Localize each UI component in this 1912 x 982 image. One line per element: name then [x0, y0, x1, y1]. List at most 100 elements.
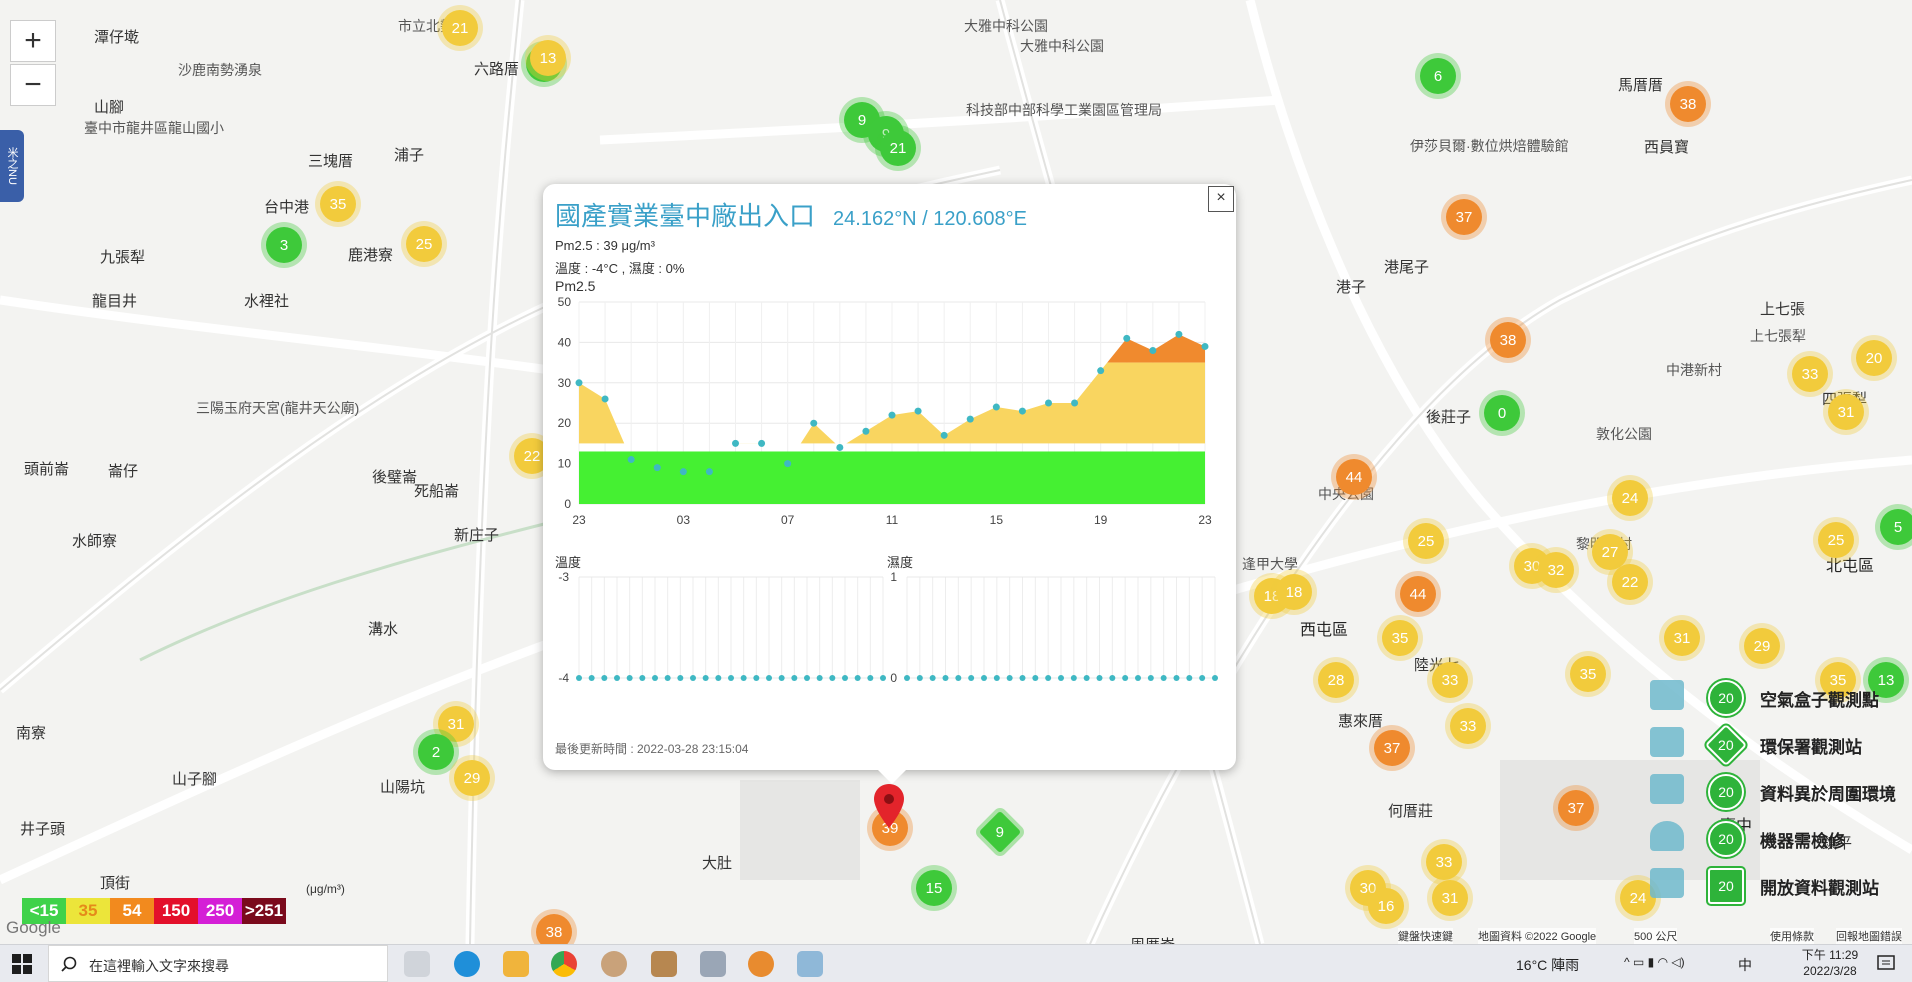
- station-marker[interactable]: 37: [1558, 790, 1594, 826]
- windows-start-icon[interactable]: [12, 954, 32, 974]
- station-marker[interactable]: 21: [880, 130, 916, 166]
- station-marker[interactable]: 32: [1538, 552, 1574, 588]
- notification-icon[interactable]: [1876, 954, 1896, 974]
- temp-point: [614, 675, 620, 681]
- taskbar-search-box[interactable]: 在這裡輸入文字來搜尋: [48, 945, 388, 982]
- station-marker[interactable]: 33: [1426, 844, 1462, 880]
- station-marker[interactable]: 20: [1856, 340, 1892, 376]
- pm25-point: [810, 419, 818, 427]
- clock[interactable]: 下午 11:29 2022/3/28: [1800, 947, 1860, 979]
- station-marker[interactable]: 31: [1828, 394, 1864, 430]
- station-marker[interactable]: 6: [1420, 58, 1456, 94]
- station-marker[interactable]: 16: [1368, 888, 1404, 924]
- marker-value: 38: [1499, 331, 1517, 349]
- place-label: 馬厝厝: [1618, 77, 1664, 94]
- side-panel-tab[interactable]: 米之NU: [0, 130, 24, 202]
- edge-icon[interactable]: [454, 951, 480, 977]
- scale-segment: 54: [110, 898, 154, 924]
- place-label: 溝水: [368, 621, 399, 638]
- humidity-point: [1058, 675, 1064, 681]
- station-marker[interactable]: 25: [1408, 523, 1444, 559]
- pm25-point: [1045, 399, 1052, 407]
- station-marker[interactable]: 24: [1612, 480, 1648, 516]
- station-marker[interactable]: 38: [536, 914, 572, 944]
- marker-value: 6: [1433, 67, 1443, 85]
- station-marker[interactable]: 44: [1336, 459, 1372, 495]
- marker-value: 0: [1497, 404, 1507, 422]
- station-marker[interactable]: 33: [1792, 356, 1828, 392]
- station-marker[interactable]: 28: [1318, 662, 1354, 698]
- app-icon-3[interactable]: [700, 951, 726, 977]
- station-marker[interactable]: 31: [1432, 880, 1468, 916]
- file-explorer-icon[interactable]: [503, 951, 529, 977]
- station-marker[interactable]: 5: [1880, 509, 1912, 545]
- pm25-point: [914, 407, 922, 415]
- windows-taskbar: 在這裡輸入文字來搜尋 16°C 陣雨 ^ ▭ ▮ ◠ ◁) 中 下午 11:29…: [0, 944, 1912, 982]
- station-marker[interactable]: 38: [1670, 86, 1706, 122]
- station-marker[interactable]: 37: [1374, 730, 1410, 766]
- marker-value: 22: [523, 447, 541, 465]
- station-marker[interactable]: 0: [1484, 395, 1520, 431]
- map-scale-label[interactable]: 500 公尺: [1634, 928, 1678, 944]
- legend-label: 空氣盒子觀測點: [1760, 691, 1879, 710]
- station-marker[interactable]: 35: [1570, 656, 1606, 692]
- station-marker[interactable]: 25: [1818, 522, 1854, 558]
- pm25-color-scale: <15 35 54 150 250 >251: [22, 898, 286, 924]
- task-view-icon[interactable]: [404, 951, 430, 977]
- station-marker[interactable]: 37: [1446, 199, 1482, 235]
- station-marker[interactable]: 25: [406, 226, 442, 262]
- marker-value: 31: [1837, 403, 1855, 421]
- temp-point: [766, 675, 772, 681]
- report-error-link[interactable]: 回報地圖錯誤: [1836, 928, 1902, 944]
- app-icon-5[interactable]: [797, 951, 823, 977]
- station-marker[interactable]: 29: [454, 760, 490, 796]
- station-marker[interactable]: 29: [1744, 628, 1780, 664]
- station-marker[interactable]: 18: [1276, 574, 1312, 610]
- temp-point: [753, 675, 760, 681]
- humidity-point: [1199, 675, 1206, 681]
- weather-status[interactable]: 16°C 陣雨: [1516, 955, 1579, 975]
- place-label: 水裡社: [244, 293, 290, 310]
- pm25-point: [758, 439, 766, 447]
- humidity-point: [1160, 675, 1167, 681]
- station-marker[interactable]: 35: [1382, 620, 1418, 656]
- place-label: 井子頭: [20, 821, 66, 838]
- station-marker[interactable]: 2: [418, 734, 454, 770]
- pm25-x-tick: 07: [781, 513, 795, 527]
- station-marker[interactable]: 33: [1450, 708, 1486, 744]
- station-marker[interactable]: 44: [1400, 576, 1436, 612]
- station-marker[interactable]: 13: [530, 40, 566, 76]
- tray-icons[interactable]: ^ ▭ ▮ ◠ ◁): [1624, 955, 1685, 969]
- close-popup-button[interactable]: ×: [1208, 186, 1234, 212]
- app-icon-1[interactable]: [601, 951, 627, 977]
- station-marker[interactable]: 33: [1432, 662, 1468, 698]
- pm25-x-tick: 23: [1198, 513, 1212, 527]
- marker-value: 35: [1579, 665, 1597, 683]
- pm25-point: [732, 439, 739, 447]
- marker-value: 32: [1547, 561, 1565, 579]
- station-marker[interactable]: 21: [442, 10, 478, 46]
- popup-title: 國產實業臺中廠出入口 24.162°N / 120.608°E: [555, 196, 1027, 233]
- marker-value: 44: [1409, 585, 1427, 603]
- zoom-out-button[interactable]: −: [10, 64, 56, 106]
- station-marker[interactable]: 35: [320, 186, 356, 222]
- app-icon-4[interactable]: [748, 951, 774, 977]
- ime-indicator[interactable]: 中: [1738, 955, 1752, 975]
- marker-value: 35: [329, 195, 347, 213]
- station-marker[interactable]: 31: [1664, 620, 1700, 656]
- humidity-point: [1147, 675, 1154, 681]
- zoom-in-button[interactable]: +: [10, 20, 56, 62]
- station-marker[interactable]: 3: [266, 227, 302, 263]
- terms-link[interactable]: 使用條款: [1770, 928, 1814, 944]
- pm25-point: [1018, 407, 1026, 415]
- station-marker[interactable]: 15: [916, 870, 952, 906]
- app-icon-2[interactable]: [651, 951, 677, 977]
- map-canvas[interactable]: 潭仔墘 沙鹿南勢湧泉 山腳 臺中市龍井區龍山國小 三塊厝 台中港 九張犁 龍目井 水裡社 鹿港寮 浦…: [0, 0, 1912, 944]
- station-marker[interactable]: 38: [1490, 322, 1526, 358]
- temp-humidity-reading: 溫度 : -4°C , 濕度 : 0%: [555, 261, 685, 276]
- humidity-point: [1122, 675, 1129, 681]
- marker-value: 9: [995, 823, 1005, 841]
- chrome-icon[interactable]: [551, 951, 577, 977]
- station-marker[interactable]: 22: [1612, 564, 1648, 600]
- keyboard-shortcuts-link[interactable]: 鍵盤快速鍵: [1398, 928, 1453, 944]
